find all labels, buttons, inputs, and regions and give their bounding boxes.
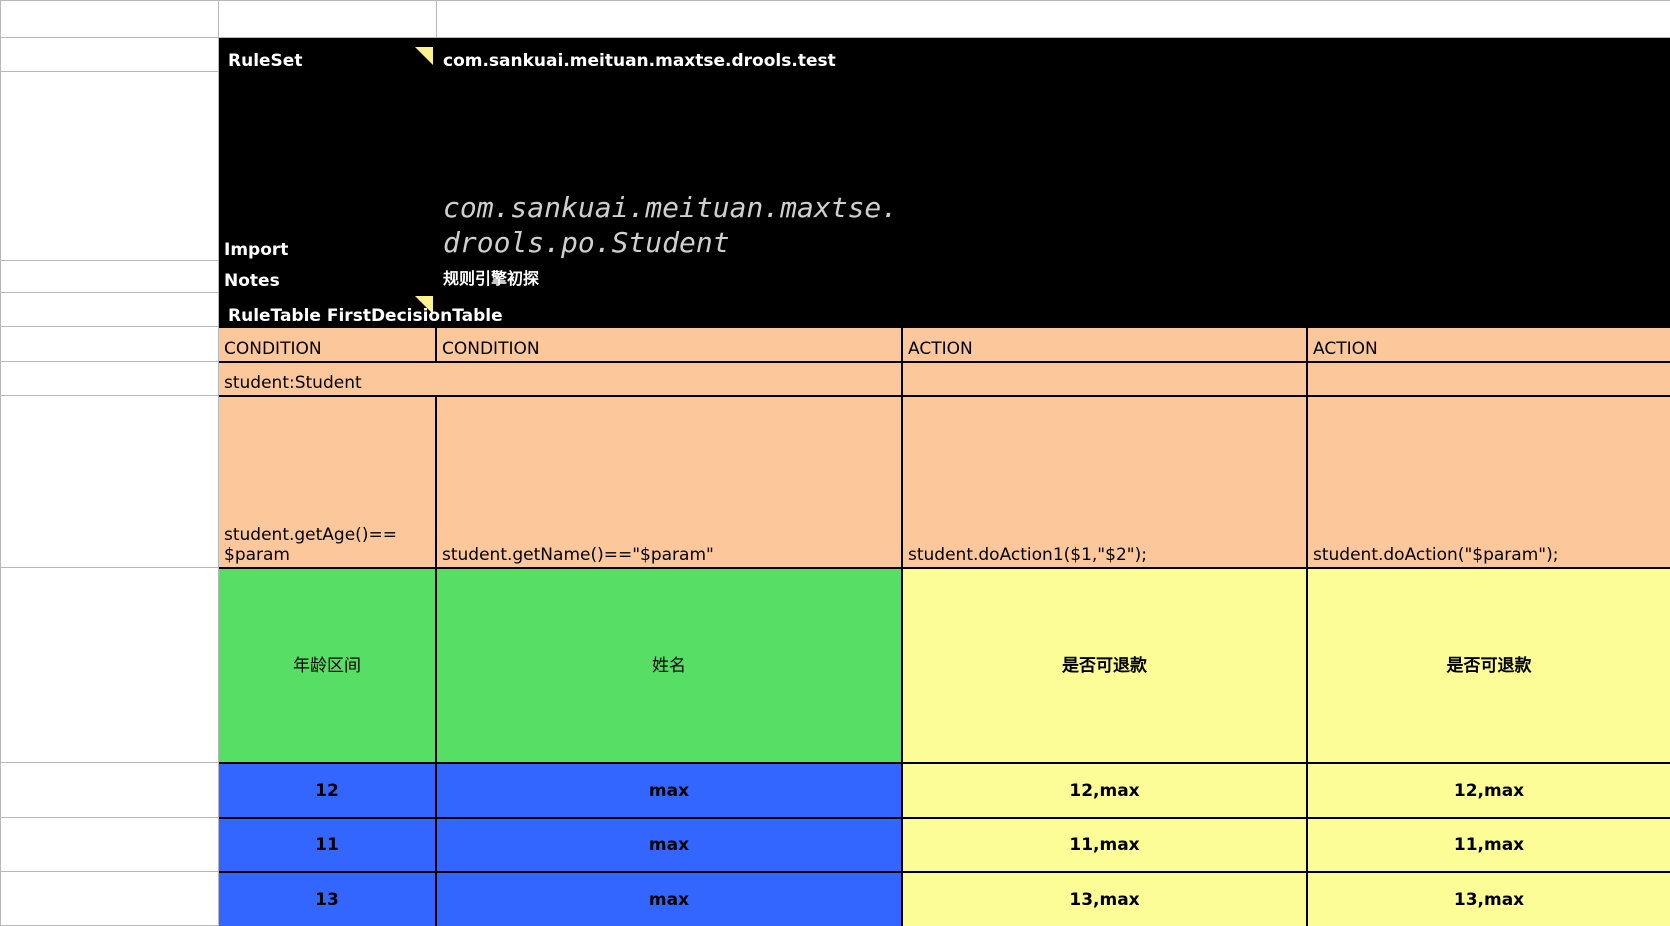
object-type-cell[interactable]: student:Student — [219, 363, 903, 397]
header-block — [219, 38, 1670, 328]
gutter-cell[interactable] — [0, 261, 219, 293]
ruletable-label[interactable]: RuleTable FirstDecisionTable — [228, 306, 503, 326]
data-cell[interactable]: 12,max — [1308, 764, 1670, 819]
header-label: 年龄区间 — [293, 655, 361, 676]
ruleset-value[interactable]: com.sankuai.meituan.maxtse.drools.test — [443, 51, 836, 71]
data-cell[interactable]: 11,max — [903, 819, 1308, 873]
data-cell[interactable]: max — [437, 819, 903, 873]
data-cell[interactable]: 11,max — [1308, 819, 1670, 873]
column-type-cell[interactable]: CONDITION — [219, 328, 437, 363]
object-type-cell[interactable] — [1308, 363, 1670, 397]
header-label: 是否可退款 — [1062, 655, 1147, 676]
column-type-label: CONDITION — [442, 339, 540, 359]
code-cell[interactable]: student.doAction1($1,"$2"); — [903, 397, 1308, 569]
ruleset-label[interactable]: RuleSet — [228, 51, 302, 71]
data-value: 11 — [315, 835, 339, 855]
top-empty-cell[interactable] — [219, 0, 437, 38]
top-empty-cell[interactable] — [437, 0, 1670, 38]
data-cell[interactable]: 11 — [219, 819, 437, 873]
code-text: student.doAction("$param"); — [1313, 545, 1559, 565]
data-value: 13 — [315, 889, 339, 910]
gutter-cell[interactable] — [0, 362, 219, 396]
data-value: max — [648, 780, 690, 801]
object-type-cell[interactable] — [903, 363, 1308, 397]
data-value: 12 — [315, 780, 339, 801]
data-value: max — [648, 889, 690, 910]
header-cell[interactable]: 姓名 — [437, 569, 903, 764]
gutter-cell[interactable] — [0, 327, 219, 362]
code-text: student.getName()=="$param" — [442, 545, 714, 565]
data-cell[interactable]: max — [437, 764, 903, 819]
data-cell[interactable]: 13,max — [1308, 873, 1670, 926]
header-cell[interactable]: 年龄区间 — [219, 569, 437, 764]
data-value: 12,max — [1069, 780, 1140, 801]
comment-marker-icon — [415, 47, 433, 65]
code-text: student.doAction1($1,"$2"); — [908, 545, 1147, 565]
data-value: 13,max — [1069, 889, 1140, 910]
gutter-cell[interactable] — [0, 0, 219, 38]
gutter-cell[interactable] — [0, 763, 219, 818]
data-cell[interactable]: 13 — [219, 873, 437, 926]
column-type-cell[interactable]: ACTION — [1308, 328, 1670, 363]
header-cell[interactable]: 是否可退款 — [903, 569, 1308, 764]
data-value: 11,max — [1069, 835, 1140, 855]
header-label: 是否可退款 — [1446, 655, 1532, 676]
gutter-cell[interactable] — [0, 568, 219, 763]
column-type-label: CONDITION — [224, 339, 322, 359]
code-cell[interactable]: student.doAction("$param"); — [1308, 397, 1670, 569]
column-type-label: ACTION — [908, 339, 973, 359]
data-cell[interactable]: max — [437, 873, 903, 926]
notes-label[interactable]: Notes — [224, 271, 280, 291]
data-value: max — [648, 835, 690, 855]
gutter-cell[interactable] — [0, 872, 219, 926]
column-type-cell[interactable]: CONDITION — [437, 328, 903, 363]
code-cell[interactable]: student.getAge()== $param — [219, 397, 437, 569]
column-type-label: ACTION — [1313, 339, 1378, 359]
data-cell[interactable]: 12,max — [903, 764, 1308, 819]
gutter-cell[interactable] — [0, 818, 219, 872]
column-type-cell[interactable]: ACTION — [903, 328, 1308, 363]
gutter-cell[interactable] — [0, 38, 219, 72]
header-label: 姓名 — [652, 655, 686, 676]
data-value: 13,max — [1453, 889, 1525, 910]
import-value[interactable]: com.sankuai.meituan.maxtse.drools.po.Stu… — [443, 190, 908, 260]
header-cell[interactable]: 是否可退款 — [1308, 569, 1670, 764]
gutter-cell[interactable] — [0, 396, 219, 568]
code-cell[interactable]: student.getName()=="$param" — [437, 397, 903, 569]
import-label[interactable]: Import — [224, 240, 288, 260]
gutter-cell[interactable] — [0, 293, 219, 327]
data-value: 11,max — [1453, 835, 1525, 855]
data-cell[interactable]: 13,max — [903, 873, 1308, 926]
data-cell[interactable]: 12 — [219, 764, 437, 819]
code-text: student.getAge()== $param — [224, 525, 397, 565]
gutter-cell[interactable] — [0, 72, 219, 261]
object-type-label: student:Student — [224, 373, 362, 393]
notes-value[interactable]: 规则引擎初探 — [443, 269, 539, 289]
data-value: 12,max — [1453, 780, 1525, 801]
